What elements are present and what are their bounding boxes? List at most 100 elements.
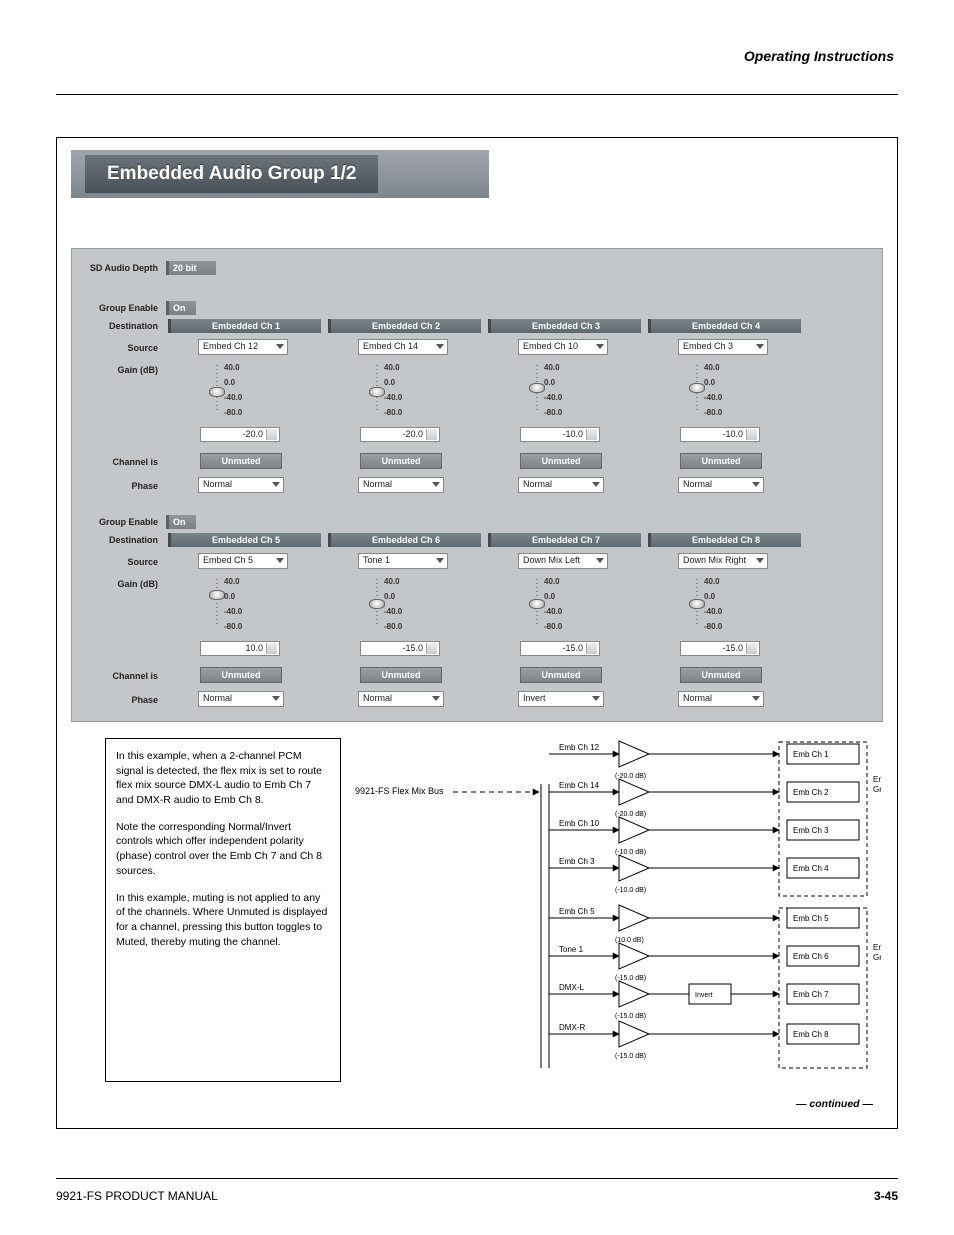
source-select[interactable]: Down Mix Left xyxy=(518,553,608,569)
gain-label-g2: Gain (dB) xyxy=(78,579,158,589)
sd-audio-depth-label: SD Audio Depth xyxy=(78,263,158,273)
slider-tick: -40.0 xyxy=(544,393,562,402)
slider-tick: 40.0 xyxy=(384,577,400,586)
phase-select[interactable]: Normal xyxy=(198,477,284,493)
mute-button[interactable]: Unmuted xyxy=(360,453,442,469)
signal-flow-diagram: 9921-FS Flex Mix Bus Embedded Group 1 Em… xyxy=(349,734,881,1094)
slider-tick: 40.0 xyxy=(704,577,720,586)
group1-enable-button[interactable]: On xyxy=(166,301,196,315)
slider-tick: 0.0 xyxy=(224,378,235,387)
phase-select[interactable]: Normal xyxy=(198,691,284,707)
figure-frame: Embedded Audio Group 1/2 SD Audio Depth … xyxy=(56,137,898,1129)
slider-tick: 0.0 xyxy=(224,592,235,601)
mute-button[interactable]: Unmuted xyxy=(520,667,602,683)
phase-label-g2: Phase xyxy=(78,695,158,705)
slider-tick: 0.0 xyxy=(704,592,715,601)
mute-button[interactable]: Unmuted xyxy=(200,453,282,469)
slider-tick: -80.0 xyxy=(384,622,402,631)
phase-select[interactable]: Normal xyxy=(678,691,764,707)
dest-header: Embedded Ch 1 xyxy=(168,319,321,333)
src-label: Emb Ch 5 xyxy=(559,907,595,916)
slider-tick: 40.0 xyxy=(384,363,400,372)
gain-slider[interactable]: 40.00.0-40.0-80.0 xyxy=(360,575,440,639)
gain-slider[interactable]: 40.00.0-40.0-80.0 xyxy=(520,575,600,639)
mute-button[interactable]: Unmuted xyxy=(520,453,602,469)
gain-label: (-15.0 dB) xyxy=(615,1053,646,1060)
source-select[interactable]: Down Mix Right xyxy=(678,553,768,569)
gain-spinner[interactable]: -15.0 xyxy=(680,641,760,656)
source-select[interactable]: Embed Ch 10 xyxy=(518,339,608,355)
note-p3: In this example, muting is not applied t… xyxy=(116,891,330,950)
gain-label: (-15.0 dB) xyxy=(615,1013,646,1020)
mute-button[interactable]: Unmuted xyxy=(680,453,762,469)
grp2-label: Embedded xyxy=(873,943,881,952)
gain-spinner[interactable]: -20.0 xyxy=(360,427,440,442)
note-p2: Note the corresponding Normal/Invert con… xyxy=(116,820,330,879)
phase-select[interactable]: Normal xyxy=(358,477,444,493)
dest-header: Embedded Ch 5 xyxy=(168,533,321,547)
out-label: Emb Ch 6 xyxy=(793,952,829,961)
source-select[interactable]: Embed Ch 12 xyxy=(198,339,288,355)
out-label: Emb Ch 1 xyxy=(793,750,829,759)
grp1-label: Embedded xyxy=(873,775,881,784)
invert-box: Invert xyxy=(695,992,713,999)
gain-slider[interactable]: 40.00.0-40.0-80.0 xyxy=(680,361,760,425)
slider-tick: -80.0 xyxy=(224,408,242,417)
src-label: Tone 1 xyxy=(559,945,584,954)
gain-slider[interactable]: 40.00.0-40.0-80.0 xyxy=(360,361,440,425)
dest-header: Embedded Ch 4 xyxy=(648,319,801,333)
slider-tick: 40.0 xyxy=(224,363,240,372)
slider-tick: 0.0 xyxy=(384,378,395,387)
gain-slider[interactable]: 40.0 0.0 -40.0 -80.0 xyxy=(200,575,280,639)
slider-tick: 40.0 xyxy=(224,577,240,586)
slider-tick: 0.0 xyxy=(544,592,555,601)
src-label: DMX-R xyxy=(559,1023,585,1032)
destination-label-g1: Destination xyxy=(78,321,158,331)
gain-spinner[interactable]: -10.0 xyxy=(680,427,760,442)
phase-label-g1: Phase xyxy=(78,481,158,491)
note-p1: In this example, when a 2-channel PCM si… xyxy=(116,749,330,808)
gain-slider[interactable]: 40.00.0-40.0-80.0 xyxy=(680,575,760,639)
source-select[interactable]: Embed Ch 14 xyxy=(358,339,448,355)
gain-slider[interactable]: 40.00.0-40.0-80.0 xyxy=(520,361,600,425)
gain-label-g1: Gain (dB) xyxy=(78,365,158,375)
slider-tick: -40.0 xyxy=(224,607,242,616)
gain-slider[interactable]: 40.00.0-40.0-80.0 xyxy=(200,361,280,425)
page-footer: 9921-FS PRODUCT MANUAL 3-45 xyxy=(56,1178,898,1203)
source-select[interactable]: Embed Ch 5 xyxy=(198,553,288,569)
out-label: Emb Ch 3 xyxy=(793,826,829,835)
gain-spinner[interactable]: -15.0 xyxy=(360,641,440,656)
gain-spinner[interactable]: -10.0 xyxy=(520,427,600,442)
phase-select[interactable]: Normal xyxy=(518,477,604,493)
group2-enable-button[interactable]: On xyxy=(166,515,196,529)
section-heading: Operating Instructions xyxy=(744,48,894,64)
mute-button[interactable]: Unmuted xyxy=(200,667,282,683)
slider-tick: -40.0 xyxy=(704,607,722,616)
group1-enable-label: Group Enable xyxy=(78,303,158,313)
channel-is-label-g1: Channel is xyxy=(78,457,158,467)
slider-tick: -80.0 xyxy=(224,622,242,631)
gain-spinner[interactable]: -15.0 xyxy=(520,641,600,656)
phase-select[interactable]: Invert xyxy=(518,691,604,707)
sd-audio-depth-value[interactable]: 20 bit xyxy=(166,261,216,275)
audio-panel: SD Audio Depth 20 bit Group Enable On De… xyxy=(71,248,883,722)
destination-label-g2: Destination xyxy=(78,535,158,545)
svg-text:Group 2: Group 2 xyxy=(873,953,881,962)
slider-tick: -40.0 xyxy=(544,607,562,616)
phase-select[interactable]: Normal xyxy=(358,691,444,707)
gain-spinner[interactable]: -20.0 xyxy=(200,427,280,442)
out-label: Emb Ch 5 xyxy=(793,914,829,923)
source-select[interactable]: Tone 1 xyxy=(358,553,448,569)
slider-tick: 40.0 xyxy=(544,363,560,372)
mute-button[interactable]: Unmuted xyxy=(360,667,442,683)
mute-button[interactable]: Unmuted xyxy=(680,667,762,683)
source-select[interactable]: Embed Ch 3 xyxy=(678,339,768,355)
tab-embedded-audio[interactable]: Embedded Audio Group 1/2 xyxy=(85,155,378,193)
phase-select[interactable]: Normal xyxy=(678,477,764,493)
dest-header: Embedded Ch 3 xyxy=(488,319,641,333)
footer-right: 3-45 xyxy=(874,1189,898,1203)
src-bus-label: 9921-FS Flex Mix Bus xyxy=(355,786,444,796)
slider-tick: -80.0 xyxy=(384,408,402,417)
gain-spinner[interactable]: 10.0 xyxy=(200,641,280,656)
slider-tick: -40.0 xyxy=(384,607,402,616)
